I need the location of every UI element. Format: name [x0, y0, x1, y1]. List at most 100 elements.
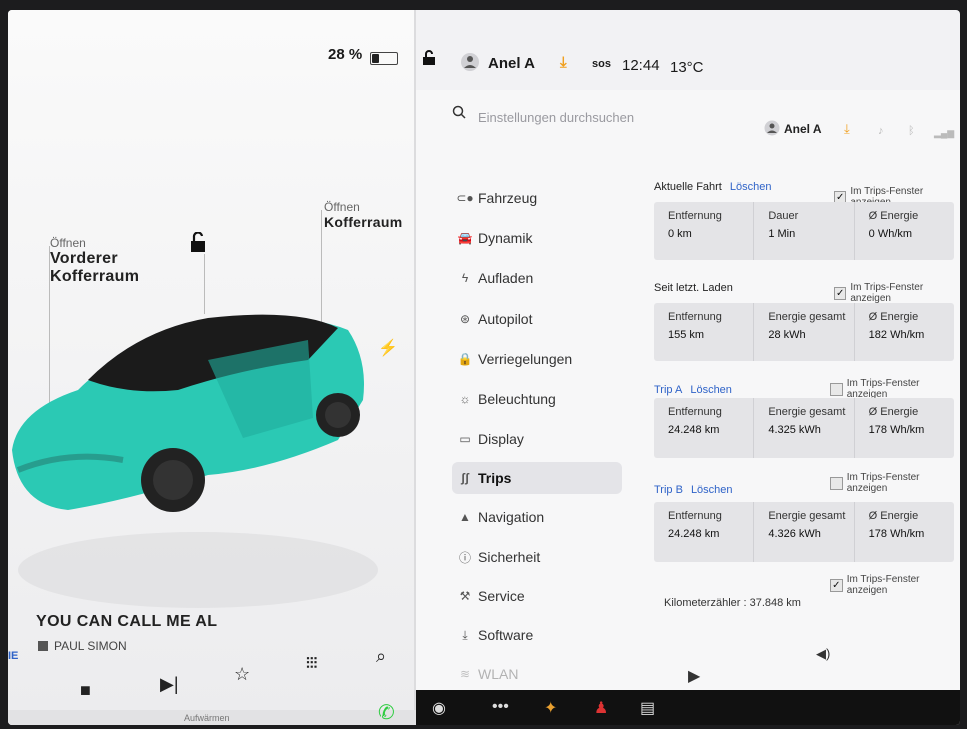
- stat-label: Energie gesamt: [768, 311, 846, 323]
- media-search-icon[interactable]: ⌕: [376, 646, 386, 667]
- trip-a-reset-link[interactable]: Löschen: [690, 384, 732, 396]
- header-user-icon[interactable]: [764, 120, 780, 136]
- bolt-icon: ϟ: [461, 271, 469, 285]
- nav-item-label: Dynamik: [478, 230, 533, 246]
- stat-label: Ø Energie: [868, 406, 919, 418]
- stat-label: Energie gesamt: [768, 406, 846, 418]
- checkbox-trip-b[interactable]: [830, 476, 843, 490]
- album-art-icon: [38, 641, 48, 651]
- volume-icon[interactable]: ◀): [816, 646, 830, 662]
- lock-icon: 🔒: [457, 352, 473, 366]
- nav-item-label: Fahrzeug: [478, 190, 538, 206]
- more-apps-icon[interactable]: •••: [492, 698, 509, 716]
- header-user-name[interactable]: Anel A: [784, 122, 822, 136]
- since-charge-show-checkbox[interactable]: ✓ Im Trips-Fenster anzeigen: [834, 282, 960, 304]
- nav-item-sicherheit[interactable]: ⓘ Sicherheit: [452, 541, 622, 573]
- bell-icon[interactable]: ♪: [878, 125, 884, 137]
- trip-b-title-text: Trip B: [654, 484, 683, 496]
- stat-label: Entfernung: [668, 210, 722, 222]
- stat-value: 28 kWh: [768, 329, 806, 341]
- nav-item-trips[interactable]: ʃʃ Trips: [452, 462, 622, 494]
- warmup-label[interactable]: Aufwärmen: [184, 713, 230, 723]
- trip-b-show-checkbox[interactable]: Im Trips-Fenster anzeigen: [830, 472, 960, 494]
- header-download-icon[interactable]: ⤓: [844, 121, 850, 137]
- joystick-icon[interactable]: ♟: [594, 698, 608, 718]
- nav-item-label: Beleuchtung: [478, 391, 556, 407]
- steering-wheel-icon: ⊛: [459, 312, 471, 326]
- checkbox-trip-a[interactable]: [830, 382, 843, 396]
- nav-item-autopilot[interactable]: ⊛ Autopilot: [452, 303, 622, 335]
- odometer-readout: Kilometerzähler : 37.848 km: [664, 597, 801, 609]
- sos-button[interactable]: sos: [592, 58, 611, 70]
- phone-icon[interactable]: ✆: [378, 700, 395, 725]
- nav-item-label: Autopilot: [478, 311, 533, 327]
- since-charge-show-label: Im Trips-Fenster anzeigen: [850, 282, 924, 304]
- trip-b-title: Trip B Löschen: [654, 484, 733, 496]
- wifi-icon: ≋: [459, 667, 471, 681]
- display-icon: ▭: [459, 432, 471, 446]
- nav-item-beleuchtung[interactable]: ☼ Beleuchtung: [452, 383, 622, 415]
- favorite-star-icon[interactable]: ☆: [234, 664, 250, 685]
- nav-item-label: Sicherheit: [478, 549, 541, 565]
- nav-item-display[interactable]: ▭ Display: [452, 423, 622, 455]
- calendar-icon[interactable]: ▤: [640, 698, 655, 718]
- settings-search-input[interactable]: Einstellungen durchsuchen: [478, 110, 758, 134]
- since-charge-title: Seit letzt. Laden: [654, 282, 733, 294]
- wrench-icon: ⚒: [459, 589, 471, 603]
- odometer-show-label: Im Trips-Fenster anzeigen: [846, 574, 920, 596]
- unlock-icon[interactable]: [422, 50, 436, 66]
- stat-label: Energie gesamt: [768, 510, 846, 522]
- door-unlock-icon[interactable]: [188, 232, 210, 254]
- download-icon[interactable]: ⤓: [560, 54, 567, 71]
- nav-item-dynamik[interactable]: 🚘 Dynamik: [452, 222, 622, 254]
- nav-item-software[interactable]: ⤓ Software: [452, 619, 622, 651]
- frunk-open-text: Öffnen: [50, 236, 86, 250]
- nav-item-fahrzeug[interactable]: ⊂● Fahrzeug: [452, 182, 622, 214]
- nav-item-service[interactable]: ⚒ Service: [452, 580, 622, 612]
- nav-item-label: Service: [478, 588, 525, 604]
- trip-b-show-label: Im Trips-Fenster anzeigen: [846, 472, 920, 494]
- theater-icon[interactable]: ▶: [688, 666, 700, 686]
- trip-a-show-checkbox[interactable]: Im Trips-Fenster anzeigen: [830, 378, 960, 400]
- trunk-title: Kofferraum: [324, 214, 403, 230]
- user-avatar-icon[interactable]: [460, 52, 480, 72]
- stat-value: 182 Wh/km: [868, 329, 925, 341]
- next-track-button[interactable]: ▶︎|: [160, 674, 179, 695]
- nav-item-navigation[interactable]: ▲ Navigation: [452, 501, 622, 533]
- nav-item-label: Software: [478, 627, 534, 643]
- download-icon: ⤓: [462, 627, 468, 642]
- trip-a-show-label: Im Trips-Fenster anzeigen: [846, 378, 920, 400]
- since-charge-card: Entfernung 155 km Energie gesamt 28 kWh Ø …: [654, 303, 954, 361]
- battery-percent: 28 %: [328, 46, 363, 63]
- stat-value: 4.326 kWh: [768, 528, 821, 540]
- frunk-title-line2: Kofferraum: [50, 268, 140, 285]
- toggle-icon: ⊂●: [456, 191, 474, 205]
- checkbox-odometer[interactable]: ✓: [830, 578, 843, 592]
- search-icon[interactable]: [452, 105, 466, 119]
- media-source-icon[interactable]: IE: [8, 650, 18, 662]
- nav-item-aufladen[interactable]: ϟ Aufladen: [452, 262, 622, 294]
- navigation-icon: ▲: [459, 510, 471, 524]
- odometer-show-checkbox[interactable]: ✓ Im Trips-Fenster anzeigen: [830, 574, 960, 596]
- trip-b-reset-link[interactable]: Löschen: [691, 484, 733, 496]
- trip-b-card: Entfernung 24.248 km Energie gesamt 4.326 …: [654, 502, 954, 562]
- checkbox-since-charge[interactable]: ✓: [834, 286, 847, 300]
- trips-icon: ʃʃ: [461, 471, 469, 485]
- bluetooth-icon[interactable]: ᛒ: [908, 125, 915, 137]
- song-title[interactable]: YOU CAN CALL ME AL: [36, 613, 217, 631]
- frunk-label[interactable]: Öffnen Vorderer Kofferraum: [50, 236, 139, 286]
- stat-label: Ø Energie: [868, 510, 919, 522]
- nav-item-wlan[interactable]: ≋ WLAN: [452, 658, 622, 690]
- stop-button[interactable]: ■: [80, 680, 91, 701]
- stat-value: 4.325 kWh: [768, 424, 821, 436]
- current-trip-reset-link[interactable]: Löschen: [730, 181, 772, 193]
- current-trip-card: Entfernung 0 km Dauer 1 Min Ø Energie 0 Wh/…: [654, 202, 954, 260]
- trunk-label[interactable]: Öffnen Kofferraum: [324, 200, 402, 232]
- stat-value: 24.248 km: [668, 528, 720, 540]
- nav-item-verriegelungen[interactable]: 🔒 Verriegelungen: [452, 343, 622, 375]
- games-icon[interactable]: ✦: [544, 698, 557, 718]
- camera-app-icon[interactable]: ◉: [432, 698, 446, 718]
- profile-name[interactable]: Anel A: [488, 55, 535, 72]
- trip-a-card: Entfernung 24.248 km Energie gesamt 4.325 …: [654, 398, 954, 458]
- equalizer-icon[interactable]: ⫶⫶⫶: [306, 655, 317, 672]
